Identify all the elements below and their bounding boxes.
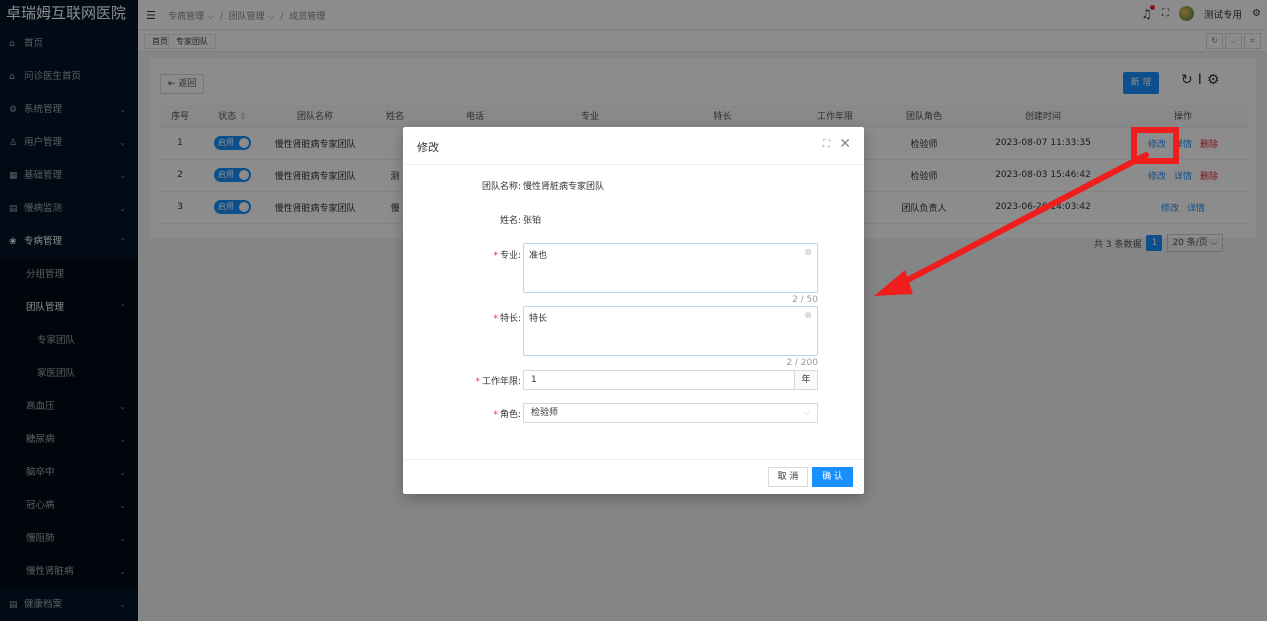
specialty-textarea[interactable]: 特长 ⊗	[523, 306, 818, 356]
required-mark: *	[493, 314, 498, 324]
years-label: * 工作年限:	[475, 374, 521, 387]
role-select[interactable]: 检验师 ⌵	[523, 403, 818, 423]
role-value: 检验师	[531, 408, 559, 418]
role-label-text: 角色:	[499, 410, 521, 420]
major-textarea[interactable]: 准也 ⊗	[523, 243, 818, 293]
years-unit: 年	[794, 370, 818, 390]
modal-header: 修改 ⛶ ✕	[403, 127, 864, 165]
edit-member-modal: 修改 ⛶ ✕ 团队名称: 慢性肾脏病专家团队 姓名: 张铂 * 专业: 准也 ⊗ …	[403, 127, 864, 494]
name-label: 姓名:	[499, 216, 521, 226]
modal-footer: 取 消 确 认	[403, 459, 864, 494]
name-value: 张铂	[523, 216, 542, 226]
years-label-text: 工作年限:	[481, 377, 521, 387]
clear-icon[interactable]: ⊗	[804, 311, 812, 321]
modal-title: 修改	[417, 141, 439, 154]
team-value: 慢性肾脏病专家团队	[523, 182, 605, 192]
required-mark: *	[475, 377, 480, 387]
close-icon[interactable]: ✕	[839, 136, 851, 152]
role-label: * 角色:	[493, 407, 521, 420]
specialty-label: * 特长:	[493, 311, 521, 324]
specialty-char-count: 2 / 200	[786, 358, 818, 368]
confirm-button[interactable]: 确 认	[812, 467, 853, 487]
required-mark: *	[493, 251, 498, 261]
specialty-label-text: 特长:	[499, 314, 521, 324]
chevron-down-icon: ⌵	[803, 408, 810, 417]
major-label-text: 专业:	[499, 251, 521, 261]
major-char-count: 2 / 50	[792, 295, 818, 305]
clear-icon[interactable]: ⊗	[804, 248, 812, 258]
cancel-button[interactable]: 取 消	[768, 467, 808, 487]
major-label: * 专业:	[493, 248, 521, 261]
specialty-value: 特长	[529, 314, 548, 324]
major-value: 准也	[529, 251, 548, 261]
fullscreen-icon[interactable]: ⛶	[823, 139, 830, 150]
years-input[interactable]: 1	[523, 370, 795, 390]
team-label: 团队名称:	[481, 182, 521, 192]
required-mark: *	[493, 410, 498, 420]
